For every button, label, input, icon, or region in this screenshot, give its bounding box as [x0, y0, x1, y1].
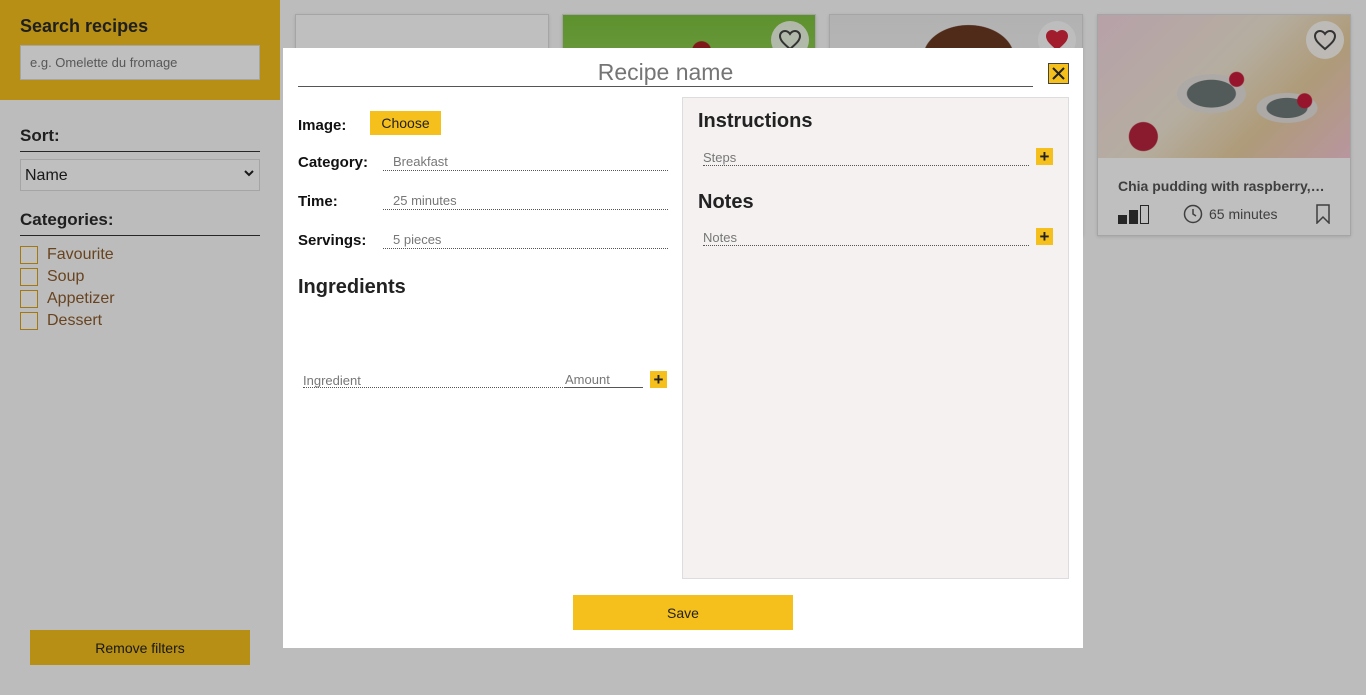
ingredient-amount-input[interactable]: Amount [565, 372, 643, 388]
ingredient-placeholder: Ingredient [303, 373, 361, 388]
plus-icon: + [1039, 227, 1050, 246]
time-label: Time: [298, 193, 338, 210]
plus-icon: + [1039, 147, 1050, 166]
instructions-notes-panel: Instructions Steps + Notes Notes + [682, 97, 1069, 579]
recipe-name-input[interactable] [298, 58, 1033, 87]
image-row: Image: [298, 114, 670, 134]
instructions-title: Instructions [698, 110, 813, 132]
recipe-details-column: Image: Choose Category: Breakfast Time: … [298, 97, 670, 577]
ingredients-title: Ingredients [298, 276, 406, 298]
image-label: Image: [298, 117, 347, 134]
choose-image-button[interactable]: Choose [370, 111, 441, 135]
ingredient-row: Ingredient Amount [303, 372, 643, 388]
add-note-button[interactable]: + [1036, 228, 1053, 245]
category-input[interactable]: Breakfast [383, 153, 668, 171]
notes-input[interactable]: Notes [703, 230, 1029, 246]
add-ingredient-button[interactable]: + [650, 371, 667, 388]
close-button[interactable] [1048, 63, 1069, 84]
servings-input[interactable]: 5 pieces [383, 231, 668, 249]
save-button[interactable]: Save [573, 595, 793, 630]
servings-row: Servings: 5 pieces [298, 229, 670, 249]
steps-input[interactable]: Steps [703, 150, 1029, 166]
category-label: Category: [298, 154, 369, 171]
time-input[interactable]: 25 minutes [383, 192, 668, 210]
time-row: Time: 25 minutes [298, 190, 670, 210]
recipe-editor-modal: Image: Choose Category: Breakfast Time: … [283, 48, 1083, 648]
servings-label: Servings: [298, 232, 367, 249]
plus-icon: + [653, 370, 664, 389]
add-step-button[interactable]: + [1036, 148, 1053, 165]
notes-title: Notes [698, 191, 754, 213]
category-row: Category: Breakfast [298, 151, 670, 171]
close-icon [1052, 67, 1065, 80]
